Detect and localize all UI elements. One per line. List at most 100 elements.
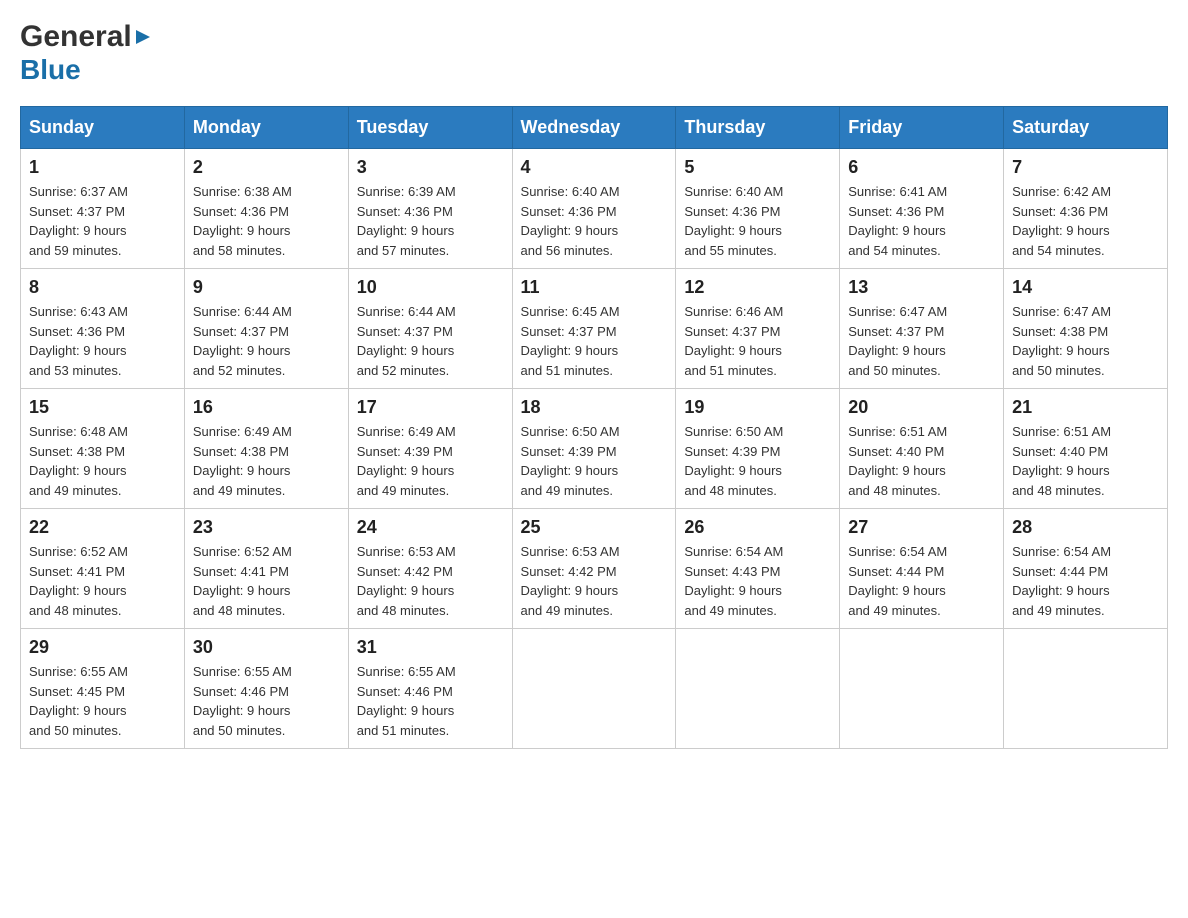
day-info: Sunrise: 6:40 AM Sunset: 4:36 PM Dayligh… [684,182,831,260]
day-cell-8: 8 Sunrise: 6:43 AM Sunset: 4:36 PM Dayli… [21,269,185,389]
day-cell-5: 5 Sunrise: 6:40 AM Sunset: 4:36 PM Dayli… [676,149,840,269]
week-row-1: 1 Sunrise: 6:37 AM Sunset: 4:37 PM Dayli… [21,149,1168,269]
day-info: Sunrise: 6:54 AM Sunset: 4:44 PM Dayligh… [1012,542,1159,620]
day-number: 10 [357,277,504,298]
day-number: 21 [1012,397,1159,418]
empty-cell [512,629,676,749]
day-number: 30 [193,637,340,658]
day-header-friday: Friday [840,107,1004,149]
day-header-saturday: Saturday [1004,107,1168,149]
day-number: 9 [193,277,340,298]
day-number: 12 [684,277,831,298]
day-header-tuesday: Tuesday [348,107,512,149]
logo-general-text: General [20,20,132,54]
day-info: Sunrise: 6:37 AM Sunset: 4:37 PM Dayligh… [29,182,176,260]
empty-cell [1004,629,1168,749]
day-number: 4 [521,157,668,178]
day-header-thursday: Thursday [676,107,840,149]
day-cell-18: 18 Sunrise: 6:50 AM Sunset: 4:39 PM Dayl… [512,389,676,509]
day-cell-14: 14 Sunrise: 6:47 AM Sunset: 4:38 PM Dayl… [1004,269,1168,389]
week-row-4: 22 Sunrise: 6:52 AM Sunset: 4:41 PM Dayl… [21,509,1168,629]
logo-arrow-icon [132,26,154,53]
day-number: 28 [1012,517,1159,538]
day-info: Sunrise: 6:49 AM Sunset: 4:39 PM Dayligh… [357,422,504,500]
day-header-monday: Monday [184,107,348,149]
day-number: 1 [29,157,176,178]
empty-cell [676,629,840,749]
day-cell-19: 19 Sunrise: 6:50 AM Sunset: 4:39 PM Dayl… [676,389,840,509]
logo-blue-text: Blue [20,54,81,86]
day-number: 19 [684,397,831,418]
day-cell-12: 12 Sunrise: 6:46 AM Sunset: 4:37 PM Dayl… [676,269,840,389]
day-cell-17: 17 Sunrise: 6:49 AM Sunset: 4:39 PM Dayl… [348,389,512,509]
day-number: 18 [521,397,668,418]
day-info: Sunrise: 6:39 AM Sunset: 4:36 PM Dayligh… [357,182,504,260]
day-cell-29: 29 Sunrise: 6:55 AM Sunset: 4:45 PM Dayl… [21,629,185,749]
week-row-2: 8 Sunrise: 6:43 AM Sunset: 4:36 PM Dayli… [21,269,1168,389]
day-cell-20: 20 Sunrise: 6:51 AM Sunset: 4:40 PM Dayl… [840,389,1004,509]
day-cell-16: 16 Sunrise: 6:49 AM Sunset: 4:38 PM Dayl… [184,389,348,509]
day-header-wednesday: Wednesday [512,107,676,149]
day-number: 27 [848,517,995,538]
day-info: Sunrise: 6:54 AM Sunset: 4:44 PM Dayligh… [848,542,995,620]
day-number: 11 [521,277,668,298]
day-number: 3 [357,157,504,178]
day-info: Sunrise: 6:49 AM Sunset: 4:38 PM Dayligh… [193,422,340,500]
day-number: 29 [29,637,176,658]
empty-cell [840,629,1004,749]
day-info: Sunrise: 6:50 AM Sunset: 4:39 PM Dayligh… [521,422,668,500]
day-info: Sunrise: 6:50 AM Sunset: 4:39 PM Dayligh… [684,422,831,500]
day-cell-24: 24 Sunrise: 6:53 AM Sunset: 4:42 PM Dayl… [348,509,512,629]
day-cell-9: 9 Sunrise: 6:44 AM Sunset: 4:37 PM Dayli… [184,269,348,389]
day-number: 24 [357,517,504,538]
day-cell-31: 31 Sunrise: 6:55 AM Sunset: 4:46 PM Dayl… [348,629,512,749]
week-row-5: 29 Sunrise: 6:55 AM Sunset: 4:45 PM Dayl… [21,629,1168,749]
day-number: 13 [848,277,995,298]
day-info: Sunrise: 6:46 AM Sunset: 4:37 PM Dayligh… [684,302,831,380]
calendar-header-row: SundayMondayTuesdayWednesdayThursdayFrid… [21,107,1168,149]
day-number: 2 [193,157,340,178]
day-info: Sunrise: 6:44 AM Sunset: 4:37 PM Dayligh… [357,302,504,380]
day-cell-11: 11 Sunrise: 6:45 AM Sunset: 4:37 PM Dayl… [512,269,676,389]
day-info: Sunrise: 6:43 AM Sunset: 4:36 PM Dayligh… [29,302,176,380]
day-cell-27: 27 Sunrise: 6:54 AM Sunset: 4:44 PM Dayl… [840,509,1004,629]
day-cell-28: 28 Sunrise: 6:54 AM Sunset: 4:44 PM Dayl… [1004,509,1168,629]
day-cell-1: 1 Sunrise: 6:37 AM Sunset: 4:37 PM Dayli… [21,149,185,269]
day-cell-30: 30 Sunrise: 6:55 AM Sunset: 4:46 PM Dayl… [184,629,348,749]
day-number: 20 [848,397,995,418]
day-number: 14 [1012,277,1159,298]
day-cell-13: 13 Sunrise: 6:47 AM Sunset: 4:37 PM Dayl… [840,269,1004,389]
day-cell-22: 22 Sunrise: 6:52 AM Sunset: 4:41 PM Dayl… [21,509,185,629]
day-info: Sunrise: 6:41 AM Sunset: 4:36 PM Dayligh… [848,182,995,260]
calendar-table: SundayMondayTuesdayWednesdayThursdayFrid… [20,106,1168,749]
day-cell-23: 23 Sunrise: 6:52 AM Sunset: 4:41 PM Dayl… [184,509,348,629]
day-info: Sunrise: 6:48 AM Sunset: 4:38 PM Dayligh… [29,422,176,500]
day-cell-6: 6 Sunrise: 6:41 AM Sunset: 4:36 PM Dayli… [840,149,1004,269]
day-cell-2: 2 Sunrise: 6:38 AM Sunset: 4:36 PM Dayli… [184,149,348,269]
day-info: Sunrise: 6:45 AM Sunset: 4:37 PM Dayligh… [521,302,668,380]
day-cell-3: 3 Sunrise: 6:39 AM Sunset: 4:36 PM Dayli… [348,149,512,269]
day-info: Sunrise: 6:40 AM Sunset: 4:36 PM Dayligh… [521,182,668,260]
day-cell-15: 15 Sunrise: 6:48 AM Sunset: 4:38 PM Dayl… [21,389,185,509]
day-info: Sunrise: 6:44 AM Sunset: 4:37 PM Dayligh… [193,302,340,380]
day-cell-10: 10 Sunrise: 6:44 AM Sunset: 4:37 PM Dayl… [348,269,512,389]
day-header-sunday: Sunday [21,107,185,149]
logo: General Blue [20,20,154,86]
day-info: Sunrise: 6:47 AM Sunset: 4:38 PM Dayligh… [1012,302,1159,380]
day-number: 31 [357,637,504,658]
day-number: 6 [848,157,995,178]
day-number: 25 [521,517,668,538]
day-cell-26: 26 Sunrise: 6:54 AM Sunset: 4:43 PM Dayl… [676,509,840,629]
day-cell-25: 25 Sunrise: 6:53 AM Sunset: 4:42 PM Dayl… [512,509,676,629]
day-info: Sunrise: 6:55 AM Sunset: 4:46 PM Dayligh… [193,662,340,740]
day-info: Sunrise: 6:53 AM Sunset: 4:42 PM Dayligh… [357,542,504,620]
day-number: 26 [684,517,831,538]
day-cell-7: 7 Sunrise: 6:42 AM Sunset: 4:36 PM Dayli… [1004,149,1168,269]
page-header: General Blue [20,20,1168,86]
day-info: Sunrise: 6:53 AM Sunset: 4:42 PM Dayligh… [521,542,668,620]
day-number: 8 [29,277,176,298]
day-number: 15 [29,397,176,418]
day-number: 23 [193,517,340,538]
day-number: 17 [357,397,504,418]
day-number: 5 [684,157,831,178]
